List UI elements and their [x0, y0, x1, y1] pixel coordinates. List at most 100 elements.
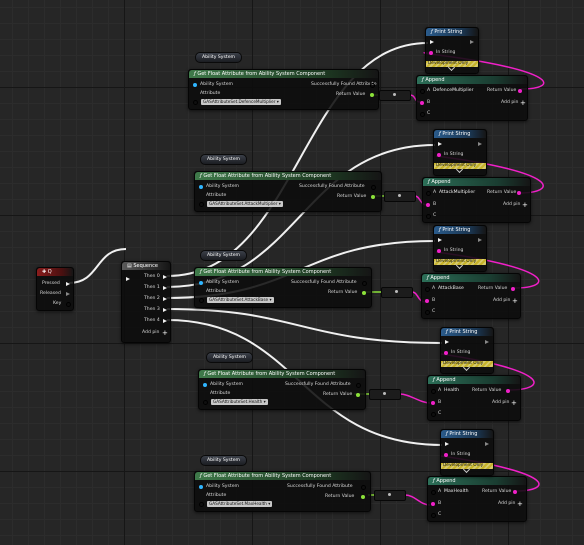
pin-c[interactable]: [431, 513, 436, 518]
ability-system-variable[interactable]: Ability System: [200, 250, 247, 261]
print-string-header[interactable]: ƒ Print String: [434, 226, 486, 234]
in-string-pin[interactable]: [437, 249, 441, 253]
append-header[interactable]: ƒ Append: [417, 76, 527, 84]
append-node[interactable]: ƒ Append A AttackMultiplier Return Value…: [422, 177, 531, 223]
add-pin-icon[interactable]: +: [520, 100, 526, 107]
append-header[interactable]: ƒ Append: [423, 178, 530, 186]
pin-a-value[interactable]: AttackMultiplier: [439, 190, 475, 196]
print-string-node[interactable]: ƒ Print String In String Development Onl…: [440, 429, 494, 476]
float-to-string-conversion-node[interactable]: [369, 389, 401, 400]
ability-system-pin[interactable]: [203, 383, 207, 387]
attribute-pin[interactable]: [199, 298, 204, 303]
append-node[interactable]: ƒ Append A AttackBase Return Value B Add…: [421, 273, 521, 319]
add-pin-label[interactable]: Add pin: [493, 298, 510, 304]
float-to-string-conversion-node[interactable]: [384, 191, 416, 202]
print-string-header[interactable]: ƒ Print String: [441, 430, 493, 438]
sequence-header[interactable]: ▤ Sequence: [122, 262, 170, 270]
get-float-attribute-header[interactable]: ƒ Get Float Attribute from Ability Syste…: [189, 70, 378, 78]
get-float-attribute-node[interactable]: ƒ Get Float Attribute from Ability Syste…: [194, 267, 372, 308]
return-value-pin[interactable]: [506, 389, 510, 393]
float-to-string-conversion-node[interactable]: [381, 287, 413, 298]
pin-c[interactable]: [431, 412, 436, 417]
exec-out-pin[interactable]: [478, 238, 482, 242]
ability-system-pin[interactable]: [193, 83, 197, 87]
print-string-header[interactable]: ƒ Print String: [434, 130, 486, 138]
add-pin-icon[interactable]: +: [512, 298, 518, 305]
ability-system-variable[interactable]: Ability System: [195, 52, 242, 63]
get-float-attribute-header[interactable]: ƒ Get Float Attribute from Ability Syste…: [195, 472, 370, 480]
get-float-attribute-node[interactable]: ƒ Get Float Attribute from Ability Syste…: [188, 69, 379, 110]
print-string-node[interactable]: ƒ Print String In String Development Onl…: [425, 27, 479, 74]
exec-in-pin[interactable]: [438, 142, 442, 146]
then-2-pin[interactable]: [163, 297, 167, 301]
sequence-exec-in[interactable]: [126, 277, 130, 281]
pin-a[interactable]: [426, 191, 431, 196]
pin-a-value[interactable]: Health: [444, 388, 459, 394]
pin-a-value[interactable]: AttackBase: [438, 286, 464, 292]
exec-in-pin[interactable]: [438, 238, 442, 242]
print-string-node[interactable]: ƒ Print String In String Development Onl…: [433, 225, 487, 272]
pressed-exec-pin[interactable]: [66, 282, 70, 286]
get-float-attribute-header[interactable]: ƒ Get Float Attribute from Ability Syste…: [195, 172, 381, 180]
pin-b[interactable]: [420, 101, 424, 105]
ability-system-pin[interactable]: [199, 485, 203, 489]
in-string-pin[interactable]: [444, 453, 448, 457]
then-1-pin[interactable]: [163, 286, 167, 290]
float-to-string-conversion-node[interactable]: [374, 490, 406, 501]
add-pin-label[interactable]: Add pin: [501, 100, 518, 106]
return-value-pin[interactable]: [356, 393, 360, 397]
pin-a-value[interactable]: DefenceMultiplier: [433, 88, 473, 94]
blueprint-graph-canvas[interactable]: ✚ Q Pressed Released Key ▤ Sequence Then…: [0, 0, 584, 545]
sequence-node[interactable]: ▤ Sequence Then 0 Then 1 Then 2 Then 3 T…: [121, 261, 171, 343]
then-4-pin[interactable]: [163, 319, 167, 323]
float-to-string-conversion-node[interactable]: [379, 90, 411, 101]
add-pin-icon[interactable]: +: [517, 501, 523, 508]
attribute-pin[interactable]: [199, 202, 204, 207]
append-node[interactable]: ƒ Append A Health Return Value B Add pin…: [427, 375, 521, 421]
pin-c[interactable]: [425, 310, 430, 315]
return-value-pin[interactable]: [517, 191, 521, 195]
return-value-pin[interactable]: [361, 495, 365, 499]
add-pin-label[interactable]: Add pin: [503, 202, 520, 208]
pin-b[interactable]: [426, 203, 430, 207]
attribute-dropdown[interactable]: GASAttributeSet.Health ▾: [211, 399, 268, 405]
ability-system-variable[interactable]: Ability System: [200, 154, 247, 165]
found-pin[interactable]: [362, 281, 367, 286]
pin-a[interactable]: [431, 389, 436, 394]
exec-out-pin[interactable]: [485, 340, 489, 344]
add-pin-label[interactable]: Add pin: [492, 400, 509, 406]
ability-system-pin[interactable]: [199, 281, 203, 285]
append-node[interactable]: ƒ Append A MaxHealth Return Value B Add …: [427, 476, 527, 522]
ability-system-pin[interactable]: [199, 185, 203, 189]
in-string-pin[interactable]: [437, 153, 441, 157]
exec-out-pin[interactable]: [485, 442, 489, 446]
sequence-add-pin-label[interactable]: Add pin: [142, 330, 159, 336]
key-event-header[interactable]: ✚ Q: [37, 268, 73, 276]
found-pin[interactable]: [371, 185, 376, 190]
pin-c[interactable]: [426, 214, 431, 219]
attribute-pin[interactable]: [193, 100, 198, 105]
return-value-pin[interactable]: [370, 93, 374, 97]
get-float-attribute-node[interactable]: ƒ Get Float Attribute from Ability Syste…: [194, 471, 371, 512]
return-value-pin[interactable]: [362, 291, 366, 295]
found-pin[interactable]: [370, 83, 375, 88]
attribute-dropdown[interactable]: GASAttributeSet.MaxHealth ▾: [207, 501, 273, 507]
pin-b[interactable]: [425, 299, 429, 303]
found-pin[interactable]: [356, 383, 361, 388]
exec-out-pin[interactable]: [478, 142, 482, 146]
exec-out-pin[interactable]: [470, 40, 474, 44]
get-float-attribute-node[interactable]: ƒ Get Float Attribute from Ability Syste…: [198, 369, 366, 410]
key-struct-pin[interactable]: [66, 302, 71, 307]
append-header[interactable]: ƒ Append: [428, 376, 520, 384]
attribute-dropdown[interactable]: GASAttributeSet.DefenceMultiplier ▾: [201, 99, 281, 105]
key-event-node[interactable]: ✚ Q Pressed Released Key: [36, 267, 74, 311]
pin-a[interactable]: [431, 490, 436, 495]
add-pin-label[interactable]: Add pin: [498, 501, 515, 507]
attribute-dropdown[interactable]: GASAttributeSet.AttackMultiplier ▾: [207, 201, 283, 207]
exec-in-pin[interactable]: [445, 442, 449, 446]
ability-system-variable[interactable]: Ability System: [206, 352, 253, 363]
pin-b[interactable]: [431, 401, 435, 405]
print-string-header[interactable]: ƒ Print String: [426, 28, 478, 36]
get-float-attribute-header[interactable]: ƒ Get Float Attribute from Ability Syste…: [199, 370, 365, 378]
pin-c[interactable]: [420, 112, 425, 117]
